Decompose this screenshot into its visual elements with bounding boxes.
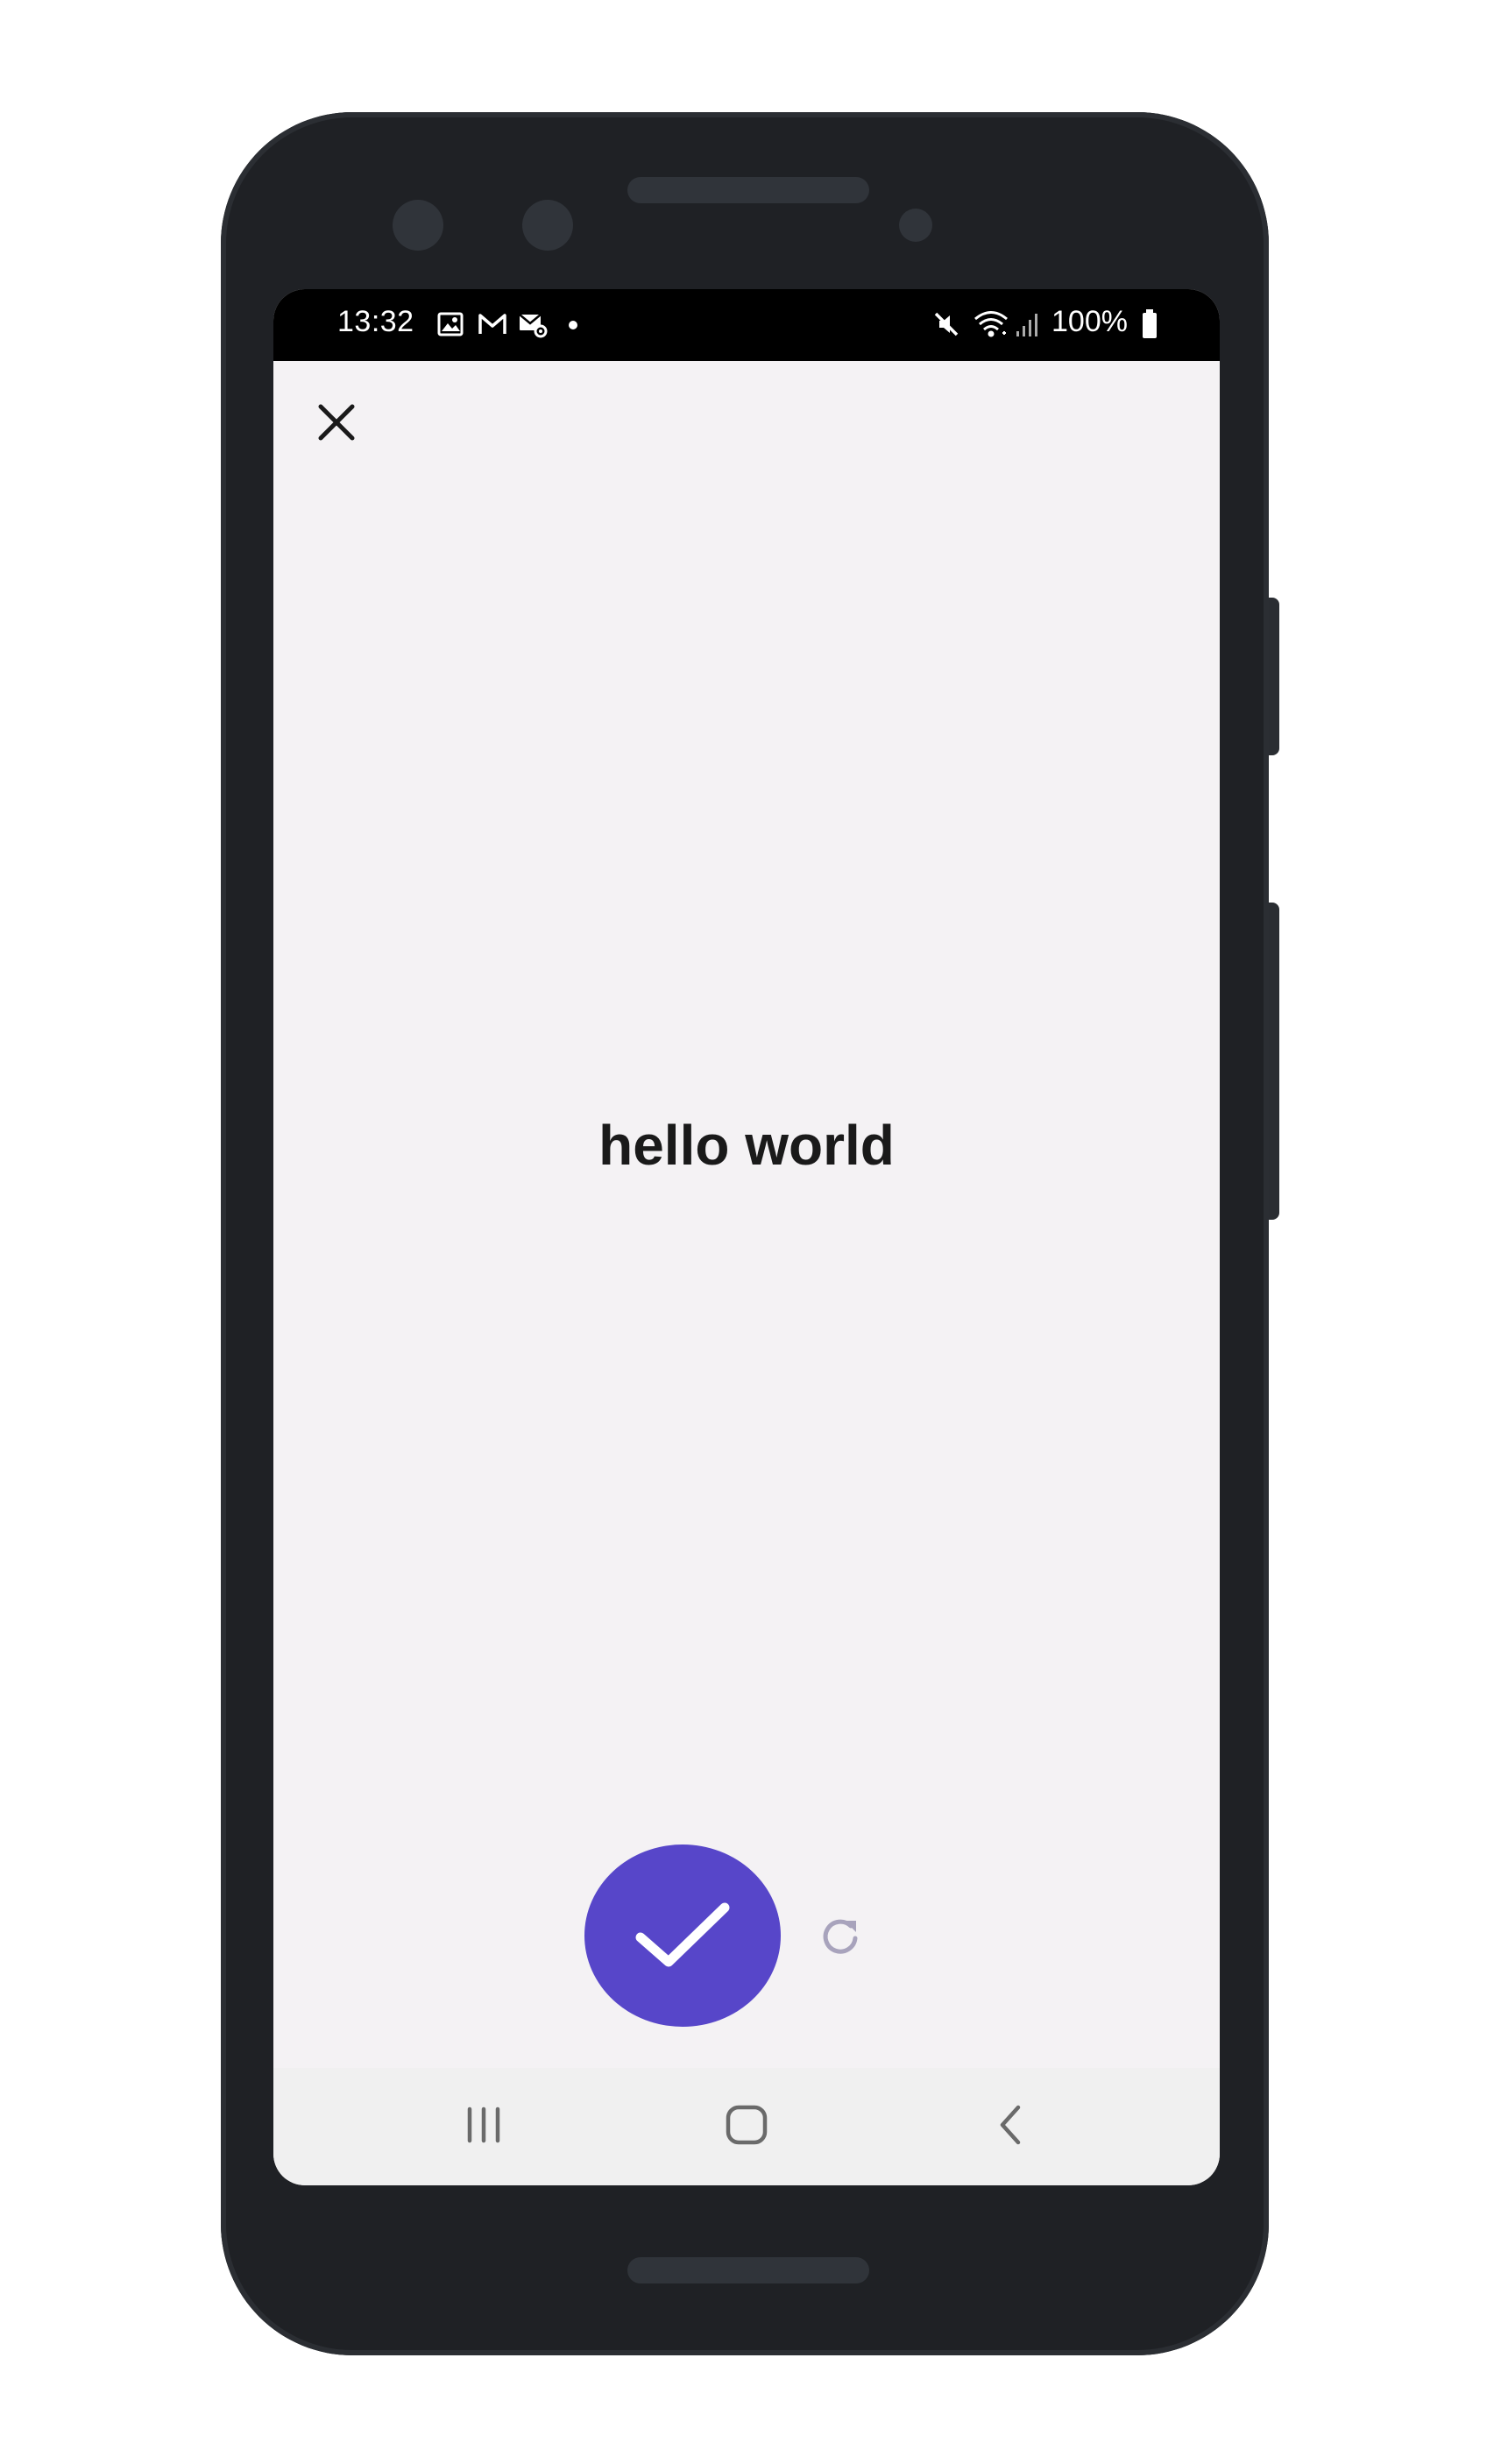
close-icon [318,404,355,441]
mute-icon [932,310,960,343]
mail-settings-icon [518,312,548,343]
battery-icon [1141,308,1158,344]
battery-percentage: 100% [1051,305,1128,338]
proximity-sensor [899,209,932,242]
status-time: 13:32 [337,305,414,338]
power-button [1267,903,1279,1220]
status-bar: 13:32 100% [273,289,1220,361]
signal-icon [1015,310,1041,343]
wifi-icon [973,308,1009,343]
confirm-button[interactable] [584,1844,781,2027]
refresh-icon [823,1919,858,1954]
message-text: hello world [598,1114,895,1177]
recents-button[interactable] [449,2094,519,2156]
close-button[interactable] [308,394,365,450]
bottom-speaker [627,2257,869,2283]
back-button[interactable] [976,2094,1046,2156]
app-screen: 13:32 100% hello world [273,289,1220,2185]
notification-dot [569,321,577,329]
home-button[interactable] [712,2094,782,2156]
front-camera-icon [393,200,443,251]
refresh-button[interactable] [817,1912,866,1961]
earpiece-speaker [627,177,869,203]
gmail-icon [478,312,507,341]
gallery-icon [437,312,464,341]
recents-icon [467,2106,500,2143]
front-camera-icon [522,200,573,251]
check-icon [635,1902,730,1967]
volume-button [1267,598,1279,755]
home-icon [726,2105,768,2145]
navigation-bar [273,2068,1220,2185]
device-frame: 13:32 100% hello world [0,0,1501,2464]
back-icon [1000,2105,1021,2145]
